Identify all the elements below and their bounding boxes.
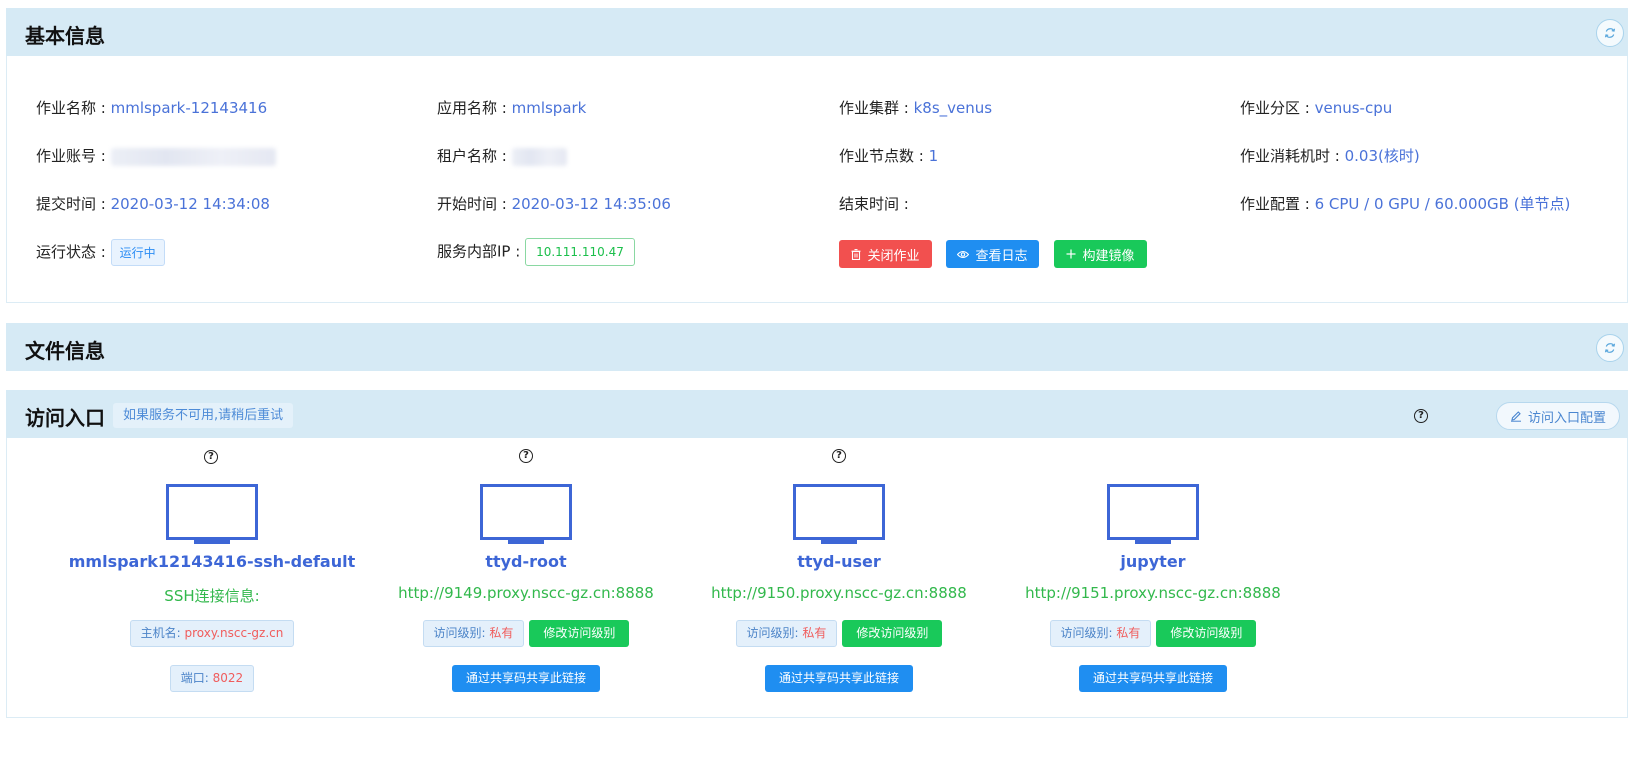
start-time-value: 2020-03-12 14:35:06 <box>511 195 671 213</box>
cluster-value: k8s_venus <box>913 99 993 117</box>
ssh-port-tag: 端口: 8022 <box>169 665 255 692</box>
core-hours-field: 作业消耗机时 : 0.03(核时) <box>1240 147 1420 165</box>
app-name-field: 应用名称 : mmlspark <box>437 99 587 117</box>
share-row: 通过共享码共享此链接 <box>993 665 1313 692</box>
config-value: 6 CPU / 0 GPU / 60.000GB (单节点) <box>1314 195 1571 213</box>
entry-name[interactable]: ttyd-user <box>679 552 999 571</box>
help-icon[interactable]: ? <box>1414 409 1428 423</box>
nodes-value: 1 <box>928 147 939 165</box>
app-name-value: mmlspark <box>511 99 587 117</box>
close-job-button[interactable]: 关闭作业 <box>839 240 932 268</box>
partition-field: 作业分区 : venus-cpu <box>1240 99 1393 117</box>
entry-url-link[interactable]: http://9151.proxy.nscc-gz.cn:8888 <box>993 584 1313 602</box>
share-row: 通过共享码共享此链接 <box>679 665 999 692</box>
ssh-port-row: 端口: 8022 <box>52 665 372 692</box>
plus-icon <box>1066 249 1076 259</box>
help-icon[interactable]: ? <box>519 449 533 463</box>
basic-info-header: 基本信息 <box>6 8 1628 56</box>
core-hours-value: 0.03(核时) <box>1344 147 1420 165</box>
start-time-field: 开始时间 : 2020-03-12 14:35:06 <box>437 195 671 213</box>
eye-icon <box>957 250 970 258</box>
access-level-row: 访问级别: 私有 修改访问级别 <box>679 620 999 647</box>
access-level-tag: 访问级别: 私有 <box>422 620 525 647</box>
access-level-tag: 访问级别: 私有 <box>735 620 838 647</box>
job-name-field: 作业名称 : mmlspark-12143416 <box>36 99 268 117</box>
internal-ip-field: 服务内部IP : 10.111.110.47 <box>437 238 635 266</box>
monitor-icon <box>480 484 572 544</box>
access-level-tag: 访问级别: 私有 <box>1049 620 1152 647</box>
config-field: 作业配置 : 6 CPU / 0 GPU / 60.000GB (单节点) <box>1240 195 1571 213</box>
basic-info-body <box>6 56 1628 303</box>
tenant-field: 租户名称 : <box>437 145 567 166</box>
entry-name[interactable]: mmlspark12143416-ssh-default <box>52 552 372 571</box>
file-refresh-button[interactable] <box>1596 334 1624 362</box>
access-level-row: 访问级别: 私有 修改访问级别 <box>993 620 1313 647</box>
modify-access-level-button[interactable]: 修改访问级别 <box>842 620 943 647</box>
account-field: 作业账号 : <box>36 145 276 166</box>
share-link-button[interactable]: 通过共享码共享此链接 <box>764 665 913 692</box>
ssh-host-row: 主机名: proxy.nscc-gz.cn <box>52 620 372 647</box>
status-badge: 运行中 <box>110 239 165 266</box>
help-icon[interactable]: ? <box>832 449 846 463</box>
share-link-button[interactable]: 通过共享码共享此链接 <box>1078 665 1227 692</box>
access-title: 访问入口 <box>25 406 105 430</box>
submit-time-value: 2020-03-12 14:34:08 <box>110 195 270 213</box>
monitor-icon <box>1107 484 1199 544</box>
cluster-field: 作业集群 : k8s_venus <box>839 99 993 117</box>
monitor-icon <box>793 484 885 544</box>
share-row: 通过共享码共享此链接 <box>366 665 686 692</box>
share-link-button[interactable]: 通过共享码共享此链接 <box>451 665 600 692</box>
edit-icon <box>1510 411 1521 422</box>
access-config-button[interactable]: 访问入口配置 <box>1496 402 1620 430</box>
access-hint-tag: 如果服务不可用,请稍后重试 <box>113 403 294 428</box>
nodes-field: 作业节点数 : 1 <box>839 147 939 165</box>
refresh-icon <box>1604 343 1616 353</box>
account-value-redacted <box>110 147 276 166</box>
refresh-icon <box>1604 28 1616 38</box>
tenant-value-redacted <box>511 147 567 166</box>
modify-access-level-button[interactable]: 修改访问级别 <box>1156 620 1257 647</box>
file-info-header[interactable]: 文件信息 <box>6 323 1628 371</box>
access-level-row: 访问级别: 私有 修改访问级别 <box>366 620 686 647</box>
trash-icon <box>851 248 861 260</box>
help-icon[interactable]: ? <box>204 450 218 464</box>
modify-access-level-button[interactable]: 修改访问级别 <box>529 620 630 647</box>
internal-ip-badge: 10.111.110.47 <box>525 238 635 266</box>
entry-name[interactable]: jupyter <box>993 552 1313 571</box>
status-field: 运行状态 : 运行中 <box>36 239 165 266</box>
submit-time-field: 提交时间 : 2020-03-12 14:34:08 <box>36 195 270 213</box>
ssh-info-label: SSH连接信息: <box>164 587 260 605</box>
ssh-host-tag: 主机名: proxy.nscc-gz.cn <box>129 620 295 647</box>
file-info-title: 文件信息 <box>25 339 105 363</box>
entry-name[interactable]: ttyd-root <box>366 552 686 571</box>
basic-info-title: 基本信息 <box>25 24 105 48</box>
entry-url-link[interactable]: http://9150.proxy.nscc-gz.cn:8888 <box>679 584 999 602</box>
entry-url-link[interactable]: http://9149.proxy.nscc-gz.cn:8888 <box>366 584 686 602</box>
build-image-button[interactable]: 构建镜像 <box>1054 240 1147 268</box>
view-log-button[interactable]: 查看日志 <box>946 240 1039 268</box>
partition-value: venus-cpu <box>1314 99 1393 117</box>
refresh-button[interactable] <box>1596 19 1624 47</box>
job-name-value: mmlspark-12143416 <box>110 99 268 117</box>
end-time-field: 结束时间 : <box>839 195 909 213</box>
monitor-icon <box>166 484 258 544</box>
